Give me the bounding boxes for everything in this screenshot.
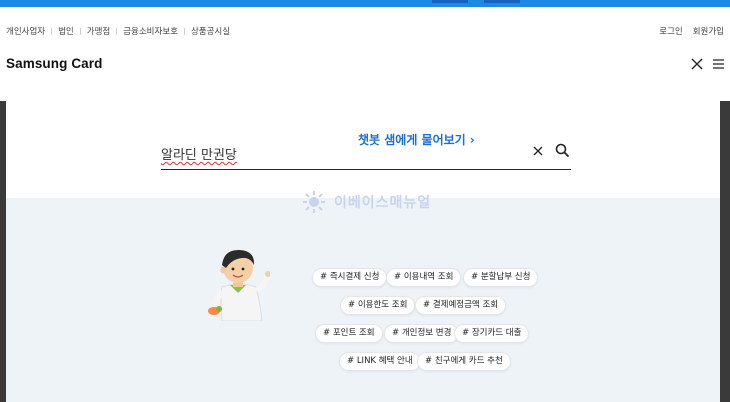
tag-limit-inquiry[interactable]: # 이용한도 조회	[340, 296, 416, 315]
tag-payment-due[interactable]: # 결제예정금액 조회	[415, 296, 507, 315]
chevron-right-icon: ›	[469, 133, 475, 147]
close-icon[interactable]	[691, 58, 703, 70]
samsung-card-logo[interactable]: Samsung Card	[6, 56, 102, 71]
tag-instant-payment[interactable]: # 즉시결제 신청	[312, 268, 388, 287]
chatbot-title: 챗봇 샘에게 물어보기	[358, 133, 466, 147]
watermark: 이베이스매뉴얼	[302, 190, 431, 214]
divider	[51, 27, 53, 35]
watermark-text: 이베이스매뉴얼	[334, 195, 432, 211]
top-browser-strip	[0, 0, 730, 7]
tag-usage-history[interactable]: # 이용내역 조회	[386, 268, 462, 287]
menu-icon[interactable]	[713, 59, 724, 69]
tag-points[interactable]: # 포인트 조회	[315, 324, 383, 343]
util-link-individual-business[interactable]: 개인사업자	[6, 25, 45, 37]
divider	[183, 27, 185, 35]
tag-installment[interactable]: # 분할납부 신청	[463, 268, 539, 287]
util-link-merchant[interactable]: 가맹점	[87, 25, 110, 37]
join-link[interactable]: 회원가입	[693, 25, 724, 37]
util-links: 개인사업자 법인 가맹점 금융소비자보호 상품공시실	[6, 25, 230, 37]
tag-refer-friend[interactable]: # 친구에게 카드 추천	[417, 352, 511, 371]
chatbot-mascot-illustration	[208, 249, 270, 321]
chatbot-title-link[interactable]: 챗봇 샘에게 물어보기 ›	[358, 131, 475, 148]
tag-personal-info[interactable]: # 개인정보 변경	[384, 324, 460, 343]
watermark-logo-icon	[303, 191, 325, 213]
search-query-text: 알라딘 만권당	[161, 148, 237, 163]
divider	[79, 27, 81, 35]
tag-link-benefit[interactable]: # LINK 혜택 안내	[339, 352, 421, 371]
login-link[interactable]: 로그인	[659, 25, 682, 37]
util-link-corporate[interactable]: 법인	[58, 25, 74, 37]
strip-tab	[484, 0, 520, 3]
search-area: 알라딘 만권당	[6, 101, 720, 198]
dim-overlay	[720, 101, 730, 402]
clear-icon[interactable]	[533, 146, 543, 156]
tag-long-term-loan[interactable]: # 장기카드 대출	[454, 324, 530, 343]
site-header: 개인사업자 법인 가맹점 금융소비자보호 상품공시실 로그인 회원가입 Sams…	[0, 7, 730, 101]
util-link-product-disclosure[interactable]: 상품공시실	[191, 25, 230, 37]
strip-tab	[432, 0, 468, 3]
util-link-consumer-protection[interactable]: 금융소비자보호	[123, 25, 178, 37]
divider	[116, 27, 118, 35]
account-links: 로그인 회원가입	[659, 25, 724, 37]
search-icon[interactable]	[555, 143, 570, 158]
